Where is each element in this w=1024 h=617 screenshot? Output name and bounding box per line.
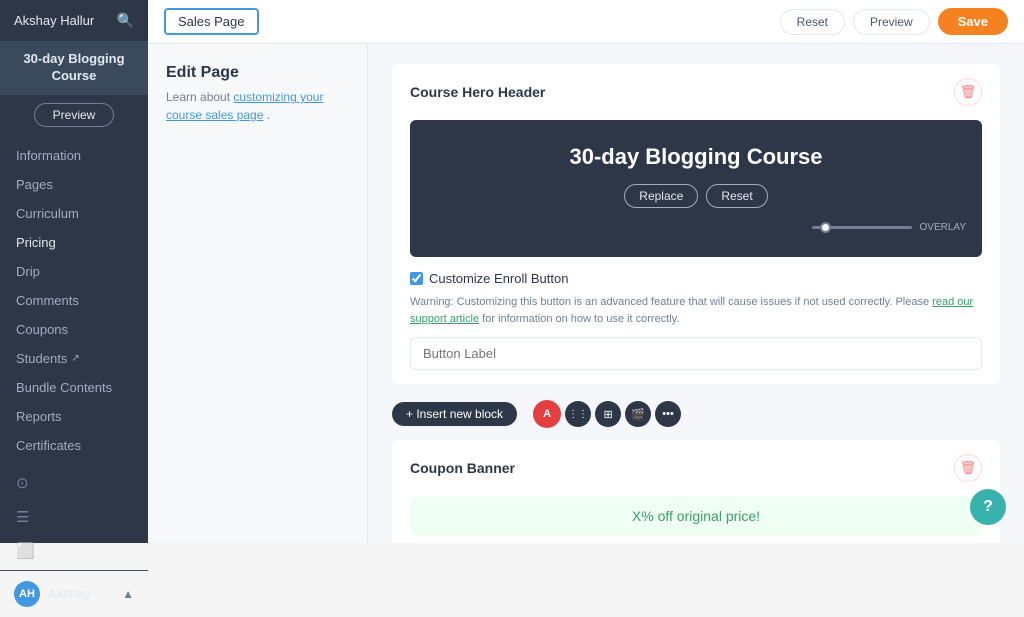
floating-icon-3[interactable]: 🎬 bbox=[625, 401, 651, 427]
warning-text: Warning: Customizing this button is an a… bbox=[410, 294, 982, 327]
avatar: AH bbox=[14, 581, 40, 607]
hero-reset-button[interactable]: Reset bbox=[706, 184, 767, 208]
sidebar-item-coupons[interactable]: Coupons bbox=[0, 315, 148, 344]
search-icon[interactable]: 🔍 bbox=[117, 12, 134, 29]
enroll-checkbox-label: Customize Enroll Button bbox=[429, 271, 568, 286]
preview-btn-container: Preview bbox=[0, 95, 148, 137]
chevron-up-icon[interactable]: ▲ bbox=[122, 587, 134, 601]
edit-page-title: Edit Page bbox=[166, 64, 349, 82]
edit-page-description: Learn about customizing your course sale… bbox=[166, 88, 349, 124]
coupon-section-title: Coupon Banner bbox=[410, 460, 515, 476]
hero-section-title: Course Hero Header bbox=[410, 84, 545, 100]
preview-button[interactable]: Preview bbox=[34, 103, 115, 127]
topbar-left: Sales Page bbox=[164, 8, 259, 35]
button-label-input[interactable] bbox=[410, 337, 982, 370]
sidebar-bottom: AH Akshay ▲ bbox=[0, 570, 148, 617]
sidebar-user-header: Akshay Hallur 🔍 bbox=[0, 0, 148, 41]
enroll-section: Customize Enroll Button Warning: Customi… bbox=[392, 271, 1000, 384]
insert-block-button[interactable]: + Insert new block bbox=[392, 402, 517, 426]
sidebar: Akshay Hallur 🔍 30-day Blogging Course P… bbox=[0, 0, 148, 543]
hero-section-card: Course Hero Header 🗑 30-day Blogging Cou… bbox=[392, 64, 1000, 384]
sidebar-nav: Information Pages Curriculum Pricing Dri… bbox=[0, 137, 148, 464]
floating-icon-1[interactable]: ⋮⋮ bbox=[565, 401, 591, 427]
hero-overlay-control: OVERLAY bbox=[812, 222, 967, 233]
hero-replace-button[interactable]: Replace bbox=[624, 184, 698, 208]
left-panel: Edit Page Learn about customizing your c… bbox=[148, 44, 368, 543]
coupon-text: X% off original price! bbox=[632, 508, 760, 524]
hero-action-buttons: Replace Reset bbox=[624, 184, 767, 208]
sidebar-page-icon[interactable]: ⬜ bbox=[16, 542, 132, 560]
coupon-banner-display: X% off original price! bbox=[410, 496, 982, 536]
sidebar-item-pages[interactable]: Pages bbox=[0, 170, 148, 199]
sidebar-item-information[interactable]: Information bbox=[0, 141, 148, 170]
sidebar-item-students[interactable]: Students ↗ bbox=[0, 344, 148, 373]
reset-button[interactable]: Reset bbox=[780, 9, 845, 35]
user-name-label: Akshay Hallur bbox=[14, 13, 94, 28]
overlay-label: OVERLAY bbox=[920, 222, 967, 233]
preview-button-top[interactable]: Preview bbox=[853, 9, 930, 35]
sidebar-item-reports[interactable]: Reports bbox=[0, 402, 148, 431]
slider-thumb bbox=[820, 222, 831, 233]
slider-track bbox=[812, 226, 912, 229]
sidebar-item-pricing[interactable]: Pricing bbox=[0, 228, 148, 257]
help-button[interactable]: ? bbox=[970, 489, 1006, 525]
floating-icon-2[interactable]: ⊞ bbox=[595, 401, 621, 427]
floating-icon-4[interactable]: ••• bbox=[655, 401, 681, 427]
main-area: Sales Page Reset Preview Save Edit Page … bbox=[148, 0, 1024, 543]
sidebar-user-label: Akshay bbox=[48, 586, 91, 601]
sidebar-item-curriculum[interactable]: Curriculum bbox=[0, 199, 148, 228]
hero-course-title: 30-day Blogging Course bbox=[569, 144, 822, 170]
overlay-slider[interactable] bbox=[812, 226, 912, 229]
sales-page-tab[interactable]: Sales Page bbox=[164, 8, 259, 35]
content-area: Edit Page Learn about customizing your c… bbox=[148, 44, 1024, 543]
hero-image-container: 30-day Blogging Course Replace Reset OVE… bbox=[410, 120, 982, 257]
course-title: 30-day Blogging Course bbox=[0, 41, 148, 95]
sidebar-item-comments[interactable]: Comments bbox=[0, 286, 148, 315]
floating-avatar-a: A bbox=[533, 400, 561, 428]
sidebar-settings-icon[interactable]: ☰ bbox=[16, 508, 132, 526]
hero-section-header: Course Hero Header 🗑 bbox=[392, 64, 1000, 120]
topbar: Sales Page Reset Preview Save bbox=[148, 0, 1024, 44]
hero-delete-button[interactable]: 🗑 bbox=[954, 78, 982, 106]
enroll-checkbox-row: Customize Enroll Button bbox=[410, 271, 982, 286]
topbar-right: Reset Preview Save bbox=[780, 8, 1008, 35]
right-panel: Course Hero Header 🗑 30-day Blogging Cou… bbox=[368, 44, 1024, 543]
sidebar-item-bundle-contents[interactable]: Bundle Contents bbox=[0, 373, 148, 402]
sidebar-icon-row: ⊙ ☰ ⬜ bbox=[0, 464, 148, 570]
coupon-section-header: Coupon Banner 🗑 bbox=[392, 440, 1000, 496]
external-link-icon: ↗ bbox=[71, 353, 79, 364]
coupon-banner-card: Coupon Banner 🗑 X% off original price! bbox=[392, 440, 1000, 543]
sidebar-item-drip[interactable]: Drip bbox=[0, 257, 148, 286]
sidebar-home-icon[interactable]: ⊙ bbox=[16, 474, 132, 492]
sidebar-bottom-user: AH Akshay bbox=[14, 581, 91, 607]
save-button[interactable]: Save bbox=[938, 8, 1008, 35]
sidebar-item-certificates[interactable]: Certificates bbox=[0, 431, 148, 460]
insert-block-container: + Insert new block A ⋮⋮ ⊞ 🎬 ••• bbox=[392, 400, 1000, 428]
enroll-checkbox[interactable] bbox=[410, 272, 423, 285]
coupon-delete-button[interactable]: 🗑 bbox=[954, 454, 982, 482]
